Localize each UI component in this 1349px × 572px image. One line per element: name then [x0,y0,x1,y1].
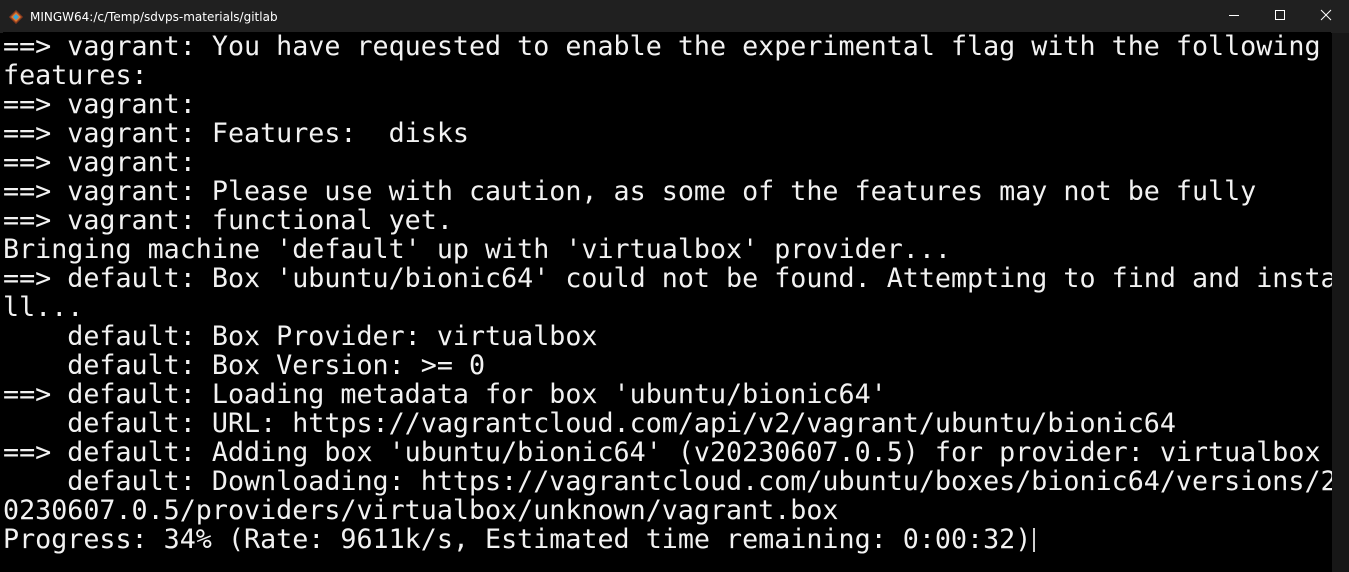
terminal-line: ==> default: Adding box 'ubuntu/bionic64… [3,437,1321,468]
terminal-line: ==> vagrant: functional yet. [3,205,453,236]
terminal-line: ==> vagrant: Features: disks [3,118,469,149]
maximize-button[interactable] [1257,0,1303,33]
progress-line: Progress: 34% (Rate: 9611k/s, Estimated … [3,525,1331,554]
terminal-line: ll... [3,292,84,323]
terminal-line: ==> vagrant: Please use with caution, as… [3,176,1257,207]
close-icon [1320,8,1332,26]
terminal-line: ==> default: Box 'ubuntu/bionic64' could… [3,263,1337,294]
text-cursor [1033,528,1036,552]
scrollbar-track[interactable] [1332,33,1349,572]
title-bar[interactable]: MINGW64:/c/Temp/sdvps-materials/gitlab [0,0,1349,33]
terminal-line: default: Box Version: >= 0 [3,350,486,381]
terminal-line: ==> vagrant: [3,89,196,120]
window-controls [1211,0,1349,33]
terminal-window: MINGW64:/c/Temp/sdvps-materials/gitlab =… [0,0,1349,572]
maximize-icon [1274,8,1286,26]
terminal-line: ==> default: Loading metadata for box 'u… [3,379,887,410]
terminal-line: default: Box Provider: virtualbox [3,321,598,352]
terminal-line: Bringing machine 'default' up with 'virt… [3,234,951,265]
terminal-line: features: [3,60,148,91]
terminal-line: default: Downloading: https://vagrantclo… [3,466,1337,497]
terminal-line: ==> vagrant: You have requested to enabl… [3,31,1321,62]
terminal-line: ==> vagrant: [3,147,196,178]
minimize-button[interactable] [1211,0,1257,33]
window-title: MINGW64:/c/Temp/sdvps-materials/gitlab [30,9,278,24]
terminal-line: 0230607.0.5/providers/virtualbox/unknown… [3,495,839,526]
mingw-diamond-icon [8,9,24,25]
close-button[interactable] [1303,0,1349,33]
terminal-line: default: URL: https://vagrantcloud.com/a… [3,408,1176,439]
progress-text: Progress: 34% (Rate: 9611k/s, Estimated … [3,524,1032,555]
minimize-icon [1228,8,1240,26]
terminal-output[interactable]: ==> vagrant: You have requested to enabl… [3,31,1337,572]
